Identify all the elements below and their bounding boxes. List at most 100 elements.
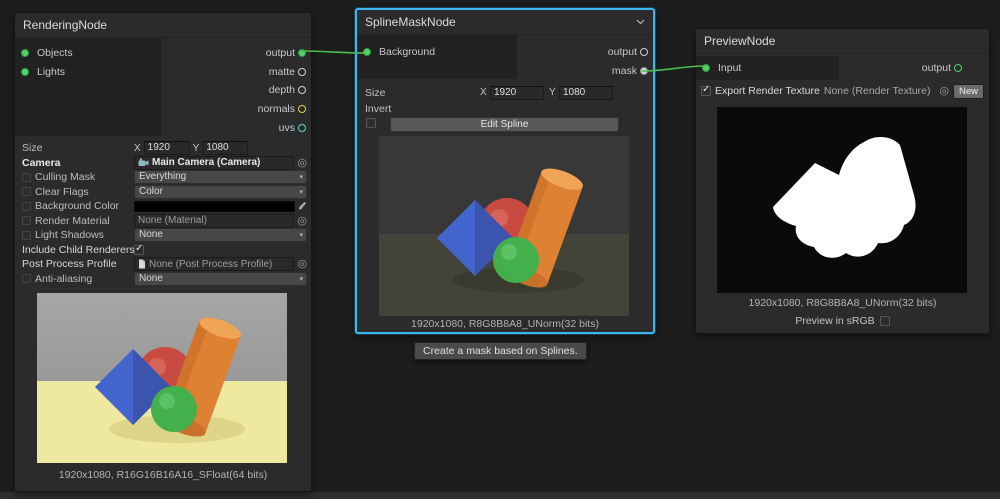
size-row: Size X 1920 Y 1080 — [15, 141, 311, 156]
matte-port-label: matte — [269, 66, 295, 78]
include-child-renderers-row: Include Child Renderers — [15, 243, 311, 258]
background-port-label: Background — [379, 46, 435, 58]
clear-flags-label: Clear Flags — [35, 186, 89, 198]
render-material-object-field[interactable]: None (Material) — [134, 214, 294, 228]
input-port-row: Input — [696, 57, 839, 79]
background-color-swatch[interactable] — [134, 201, 295, 212]
lights-input-port[interactable] — [21, 68, 29, 76]
export-render-texture-label: Export Render Texture — [715, 85, 820, 97]
collapse-chevron-icon[interactable] — [636, 19, 645, 25]
node-graph-canvas[interactable]: RenderingNode Objects Lights output — [0, 0, 1000, 499]
size-x-field[interactable]: 1920 — [144, 141, 190, 155]
render-material-label: Render Material — [35, 215, 110, 227]
expose-toggle[interactable] — [22, 274, 31, 283]
preview-node[interactable]: PreviewNode Input output Export Render T… — [695, 28, 990, 334]
srgb-row: Preview in sRGB — [696, 315, 989, 327]
output-port[interactable] — [640, 48, 648, 56]
invert-label: Invert — [365, 103, 391, 115]
light-shadows-dropdown[interactable]: None▾ — [134, 228, 307, 242]
clear-flags-row: Clear Flags Color▾ — [15, 185, 311, 200]
rendering-node[interactable]: RenderingNode Objects Lights output — [14, 12, 312, 492]
output-port-row: uvs — [161, 118, 311, 137]
spline-mask-preview-image — [379, 136, 629, 316]
output-port-row: output — [161, 44, 311, 63]
new-render-texture-button[interactable]: New — [953, 84, 984, 99]
preview-node-title: PreviewNode — [704, 34, 775, 48]
object-picker-icon[interactable]: ◎ — [297, 158, 307, 168]
output-port[interactable] — [298, 49, 306, 57]
output-port-row: matte — [161, 63, 311, 82]
export-render-texture-value[interactable]: None (Render Texture) — [824, 85, 936, 97]
culling-mask-row: Culling Mask Everything▾ — [15, 170, 311, 185]
object-picker-icon[interactable]: ◎ — [297, 259, 307, 269]
chevron-down-icon: ▾ — [299, 172, 303, 184]
expose-toggle[interactable] — [22, 187, 31, 196]
size-y-label: Y — [549, 87, 556, 98]
anti-aliasing-dropdown[interactable]: None▾ — [134, 272, 307, 286]
spline-mask-node[interactable]: SplineMaskNode Background output mask — [355, 8, 655, 334]
export-row: Export Render Texture None (Render Textu… — [696, 83, 989, 99]
mask-port[interactable] — [640, 67, 648, 75]
expose-toggle[interactable] — [22, 231, 31, 240]
output-port-label: output — [608, 46, 637, 58]
size-x-label: X — [134, 143, 141, 154]
rendering-node-ports: Objects Lights output matte depth — [15, 38, 311, 142]
eyedropper-icon[interactable] — [298, 201, 307, 211]
output-port-label: output — [266, 47, 295, 59]
input-port-label: Input — [718, 62, 741, 74]
preview-node-header[interactable]: PreviewNode — [696, 29, 989, 54]
output-port-row: normals — [161, 100, 311, 119]
size-label: Size — [22, 142, 134, 154]
size-x-label: X — [480, 87, 487, 98]
depth-port-label: depth — [269, 84, 295, 96]
clear-flags-value: Color — [139, 186, 163, 197]
size-x-field[interactable]: 1920 — [490, 86, 544, 100]
background-color-label: Background Color — [35, 200, 119, 212]
render-material-row: Render Material None (Material) ◎ — [15, 214, 311, 229]
objects-port-label: Objects — [37, 47, 73, 59]
post-process-profile-value: None (Post Process Profile) — [149, 259, 272, 270]
normals-port[interactable] — [298, 105, 306, 113]
post-process-profile-label: Post Process Profile — [22, 258, 134, 270]
export-render-texture-checkbox[interactable] — [701, 86, 711, 96]
uvs-port[interactable] — [298, 124, 306, 132]
object-picker-icon[interactable]: ◎ — [297, 216, 307, 226]
output-port-row: output — [517, 42, 653, 61]
input-port[interactable] — [702, 64, 710, 72]
background-input-port[interactable] — [363, 48, 371, 56]
preview-srgb-checkbox[interactable] — [880, 316, 890, 326]
spline-mask-node-header[interactable]: SplineMaskNode — [357, 10, 653, 35]
expose-toggle[interactable] — [22, 202, 31, 211]
window-bottom-strip — [0, 492, 1000, 499]
edit-spline-button[interactable]: Edit Spline — [390, 117, 619, 132]
background-color-row: Background Color — [15, 199, 311, 214]
spline-mask-ports: Background output mask — [357, 35, 653, 83]
uvs-port-label: uvs — [279, 122, 295, 134]
clear-flags-dropdown[interactable]: Color▾ — [134, 185, 307, 199]
object-picker-icon[interactable]: ◎ — [939, 86, 949, 96]
spline-mask-node-title: SplineMaskNode — [365, 15, 456, 29]
output-port-label: output — [922, 62, 951, 74]
matte-port[interactable] — [298, 68, 306, 76]
include-child-renderers-checkbox[interactable] — [134, 245, 144, 255]
output-port[interactable] — [954, 64, 962, 72]
objects-input-port[interactable] — [21, 49, 29, 57]
expose-toggle[interactable] — [22, 216, 31, 225]
camera-object-field[interactable]: Main Camera (Camera) — [134, 156, 294, 170]
expose-toggle[interactable] — [22, 173, 31, 182]
post-process-profile-row: Post Process Profile None (Post Process … — [15, 257, 311, 272]
mask-preview-image — [717, 107, 967, 293]
preview-srgb-label: Preview in sRGB — [795, 315, 874, 327]
size-y-field[interactable]: 1080 — [559, 86, 613, 100]
post-process-profile-object-field[interactable]: None (Post Process Profile) — [134, 257, 294, 271]
rendering-node-title: RenderingNode — [23, 18, 107, 32]
culling-mask-dropdown[interactable]: Everything▾ — [134, 170, 307, 184]
culling-mask-label: Culling Mask — [35, 171, 95, 183]
output-port-row: depth — [161, 81, 311, 100]
size-y-field[interactable]: 1080 — [202, 141, 248, 155]
invert-checkbox[interactable] — [366, 118, 376, 128]
depth-port[interactable] — [298, 86, 306, 94]
output-port-row: mask — [517, 61, 653, 80]
document-icon — [138, 259, 146, 269]
rendering-node-header[interactable]: RenderingNode — [15, 13, 311, 38]
